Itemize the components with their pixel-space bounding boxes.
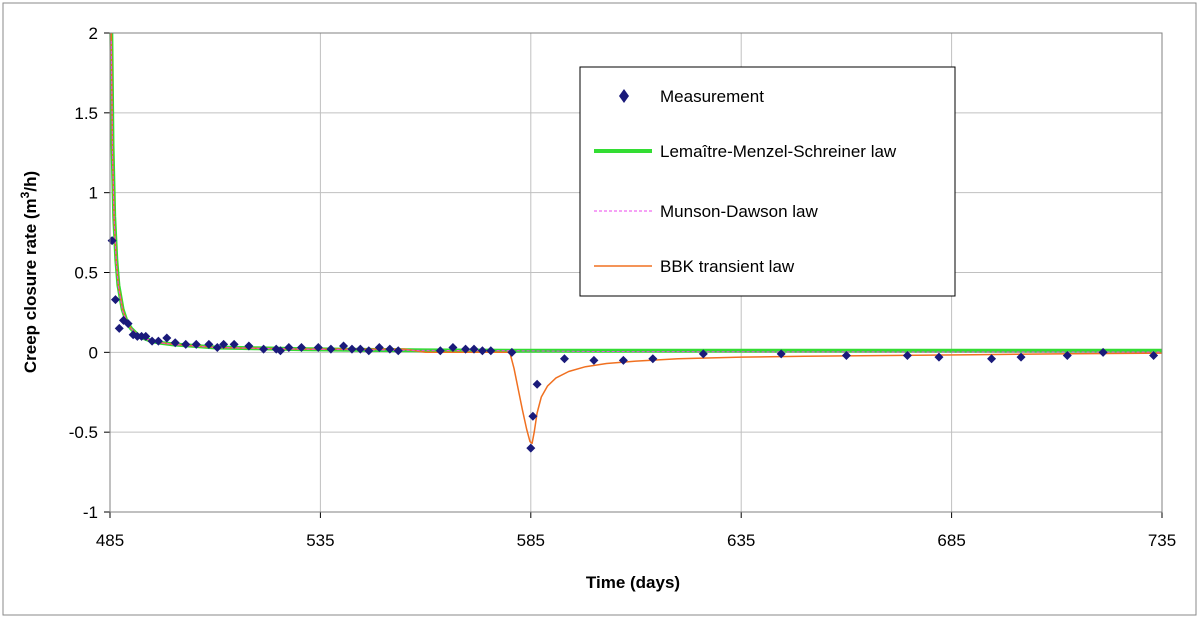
- legend-label-md: Munson-Dawson law: [660, 202, 819, 221]
- y-tick-label: 1.5: [74, 104, 98, 123]
- y-tick-label: -0.5: [69, 423, 98, 442]
- legend: Measurement Lemaître-Menzel-Schreiner la…: [579, 66, 956, 297]
- x-tick-label: 485: [96, 531, 124, 550]
- x-tick-label: 735: [1148, 531, 1176, 550]
- y-axis-title: Creep closure rate (m3/h): [18, 171, 40, 373]
- y-tick-label: 2: [89, 24, 98, 43]
- x-tick-label: 635: [727, 531, 755, 550]
- x-tick-label: 685: [937, 531, 965, 550]
- y-axis-title-end: /h): [21, 171, 40, 192]
- legend-label-measurement: Measurement: [660, 87, 764, 106]
- y-tick-label: 0: [89, 343, 98, 362]
- y-axis-title-main: Creep closure rate (m: [21, 198, 40, 373]
- x-tick-label: 585: [517, 531, 545, 550]
- creep-closure-rate-chart: 485 535 585 635 685 735 2 1.5 1 0.5 0 -0.5 -1 Time (…: [2, 2, 1197, 616]
- x-tick-label: 535: [306, 531, 334, 550]
- x-axis-title: Time (days): [586, 573, 680, 592]
- legend-label-lms: Lemaître-Menzel-Schreiner law: [660, 142, 897, 161]
- chart-frame: 485 535 585 635 685 735 2 1.5 1 0.5 0 -0.5 -1 Time (…: [0, 0, 1200, 619]
- y-tick-label: 1: [89, 184, 98, 203]
- legend-label-bbk: BBK transient law: [660, 257, 795, 276]
- y-tick-label: -1: [83, 503, 98, 522]
- y-tick-label: 0.5: [74, 264, 98, 283]
